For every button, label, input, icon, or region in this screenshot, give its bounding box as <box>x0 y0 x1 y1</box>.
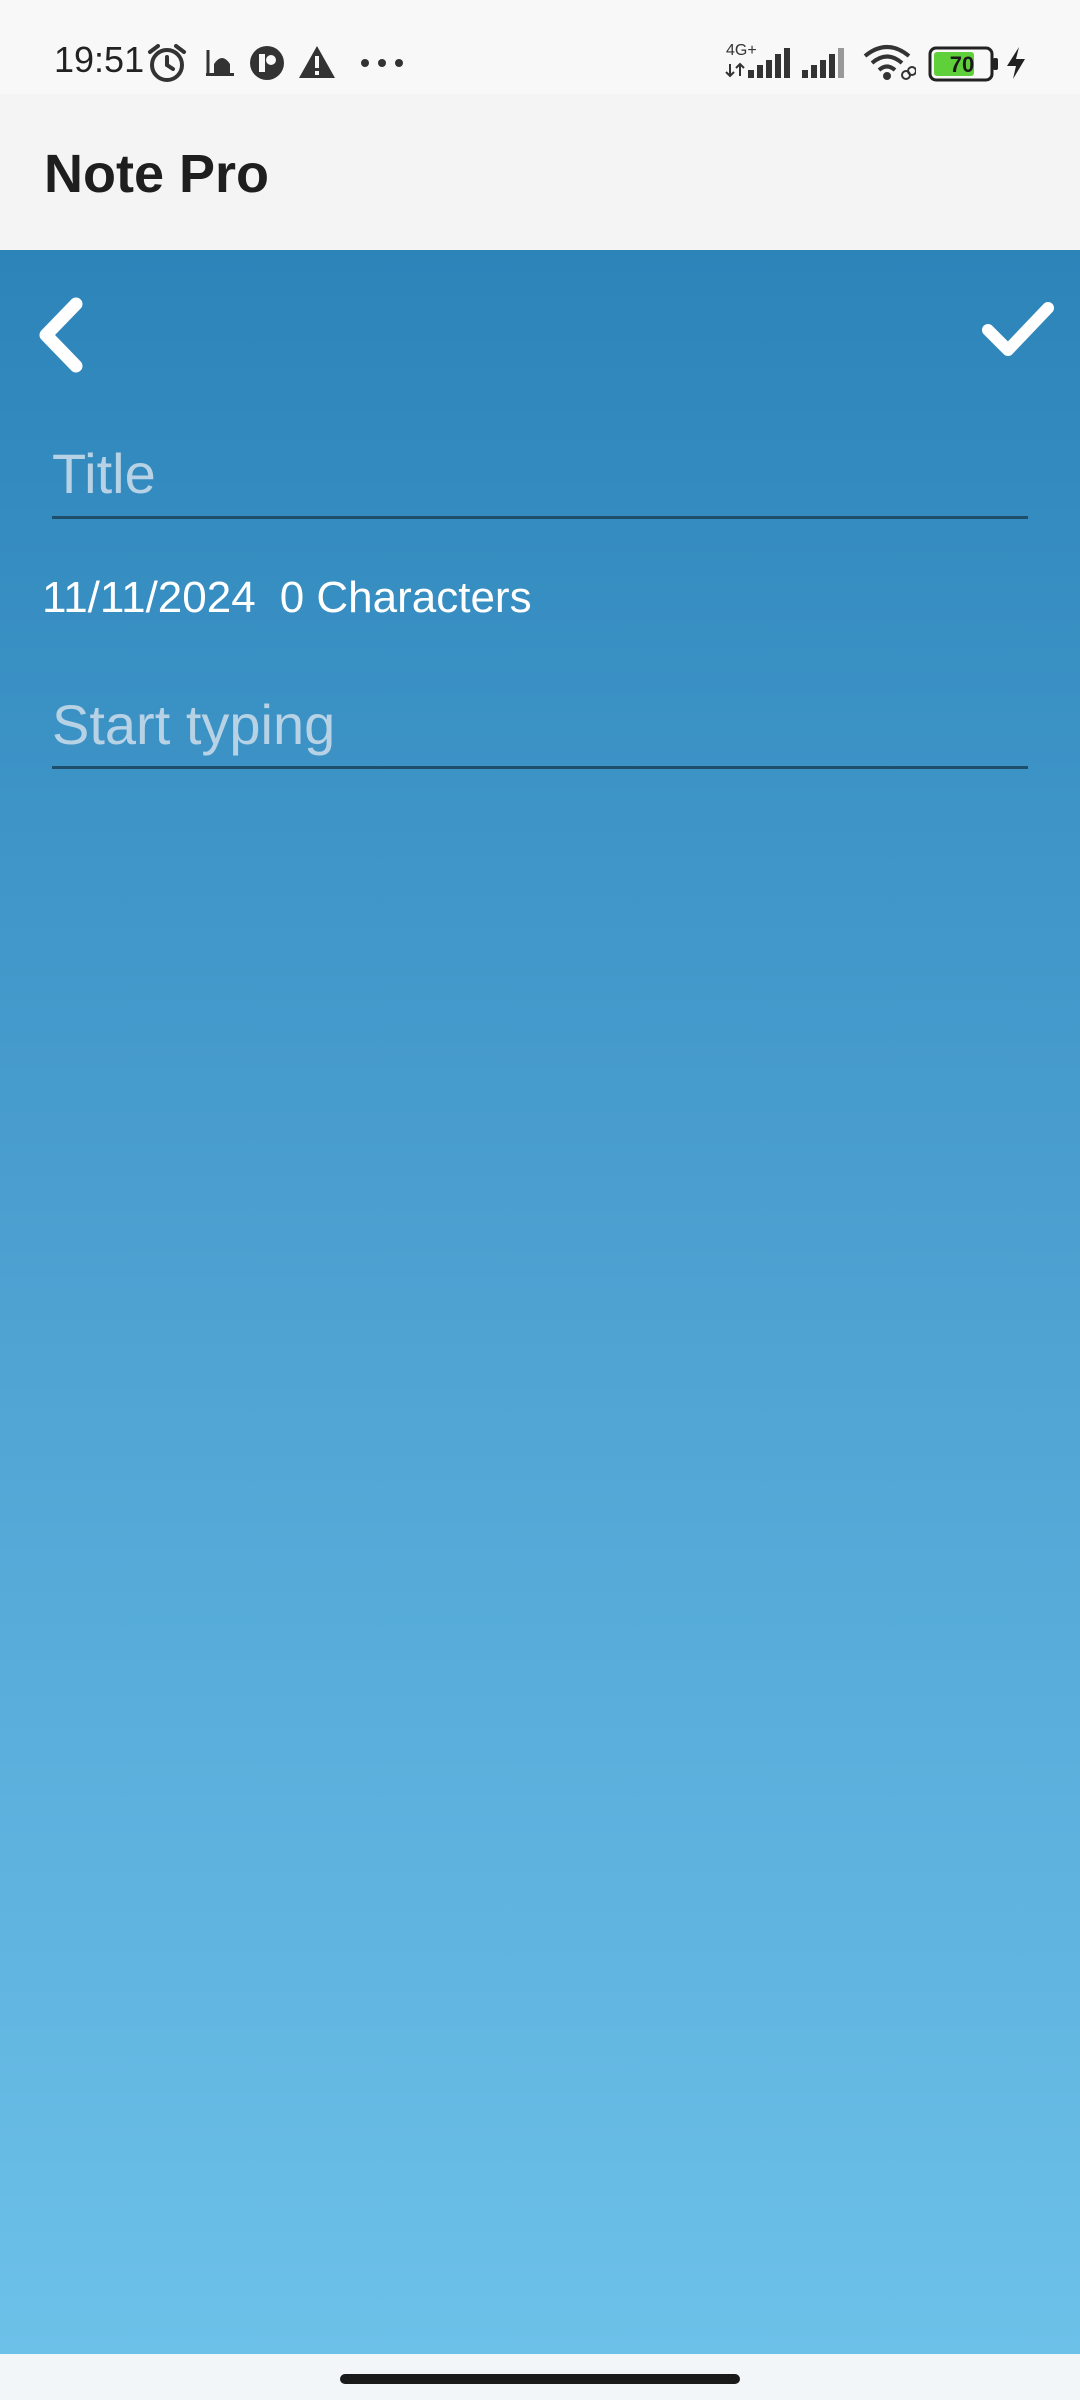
note-date: 11/11/2024 <box>42 573 256 622</box>
status-time: 19:51 <box>54 39 145 80</box>
title-input[interactable] <box>52 430 1028 516</box>
app-notification-icon <box>250 46 284 80</box>
home-indicator[interactable] <box>340 2374 740 2384</box>
chevron-left-icon <box>39 297 83 373</box>
status-bar: 19:51 4G+ 70 <box>0 0 1080 94</box>
more-dots-icon <box>361 59 403 67</box>
screen: 19:51 4G+ 70 Note Pro Title 11/11/2024 0… <box>0 0 1080 2400</box>
note-meta: 11/11/2024 0 Characters <box>42 568 532 628</box>
note-editor: 11/11/2024 0 Characters <box>0 250 1080 2354</box>
wifi-icon <box>863 45 916 80</box>
warning-icon <box>299 46 335 78</box>
charging-icon <box>1007 47 1025 79</box>
body-input[interactable] <box>52 682 1028 766</box>
alarm-icon <box>148 44 186 82</box>
mosque-icon <box>206 50 234 76</box>
signal-icon-2 <box>802 48 844 78</box>
app-bar: Note Pro <box>0 94 1080 250</box>
battery-level: 70 <box>949 52 975 77</box>
title-field[interactable] <box>52 430 1028 519</box>
back-button[interactable] <box>28 290 98 380</box>
checmark-icon checkmark-icon <box>982 302 1054 356</box>
character-count: 0 Characters <box>279 573 532 622</box>
signal-icon <box>725 48 790 78</box>
gesture-nav-area <box>0 2354 1080 2400</box>
save-button[interactable] <box>978 294 1058 364</box>
app-title: Note Pro <box>44 144 270 204</box>
body-field[interactable] <box>52 682 1028 769</box>
